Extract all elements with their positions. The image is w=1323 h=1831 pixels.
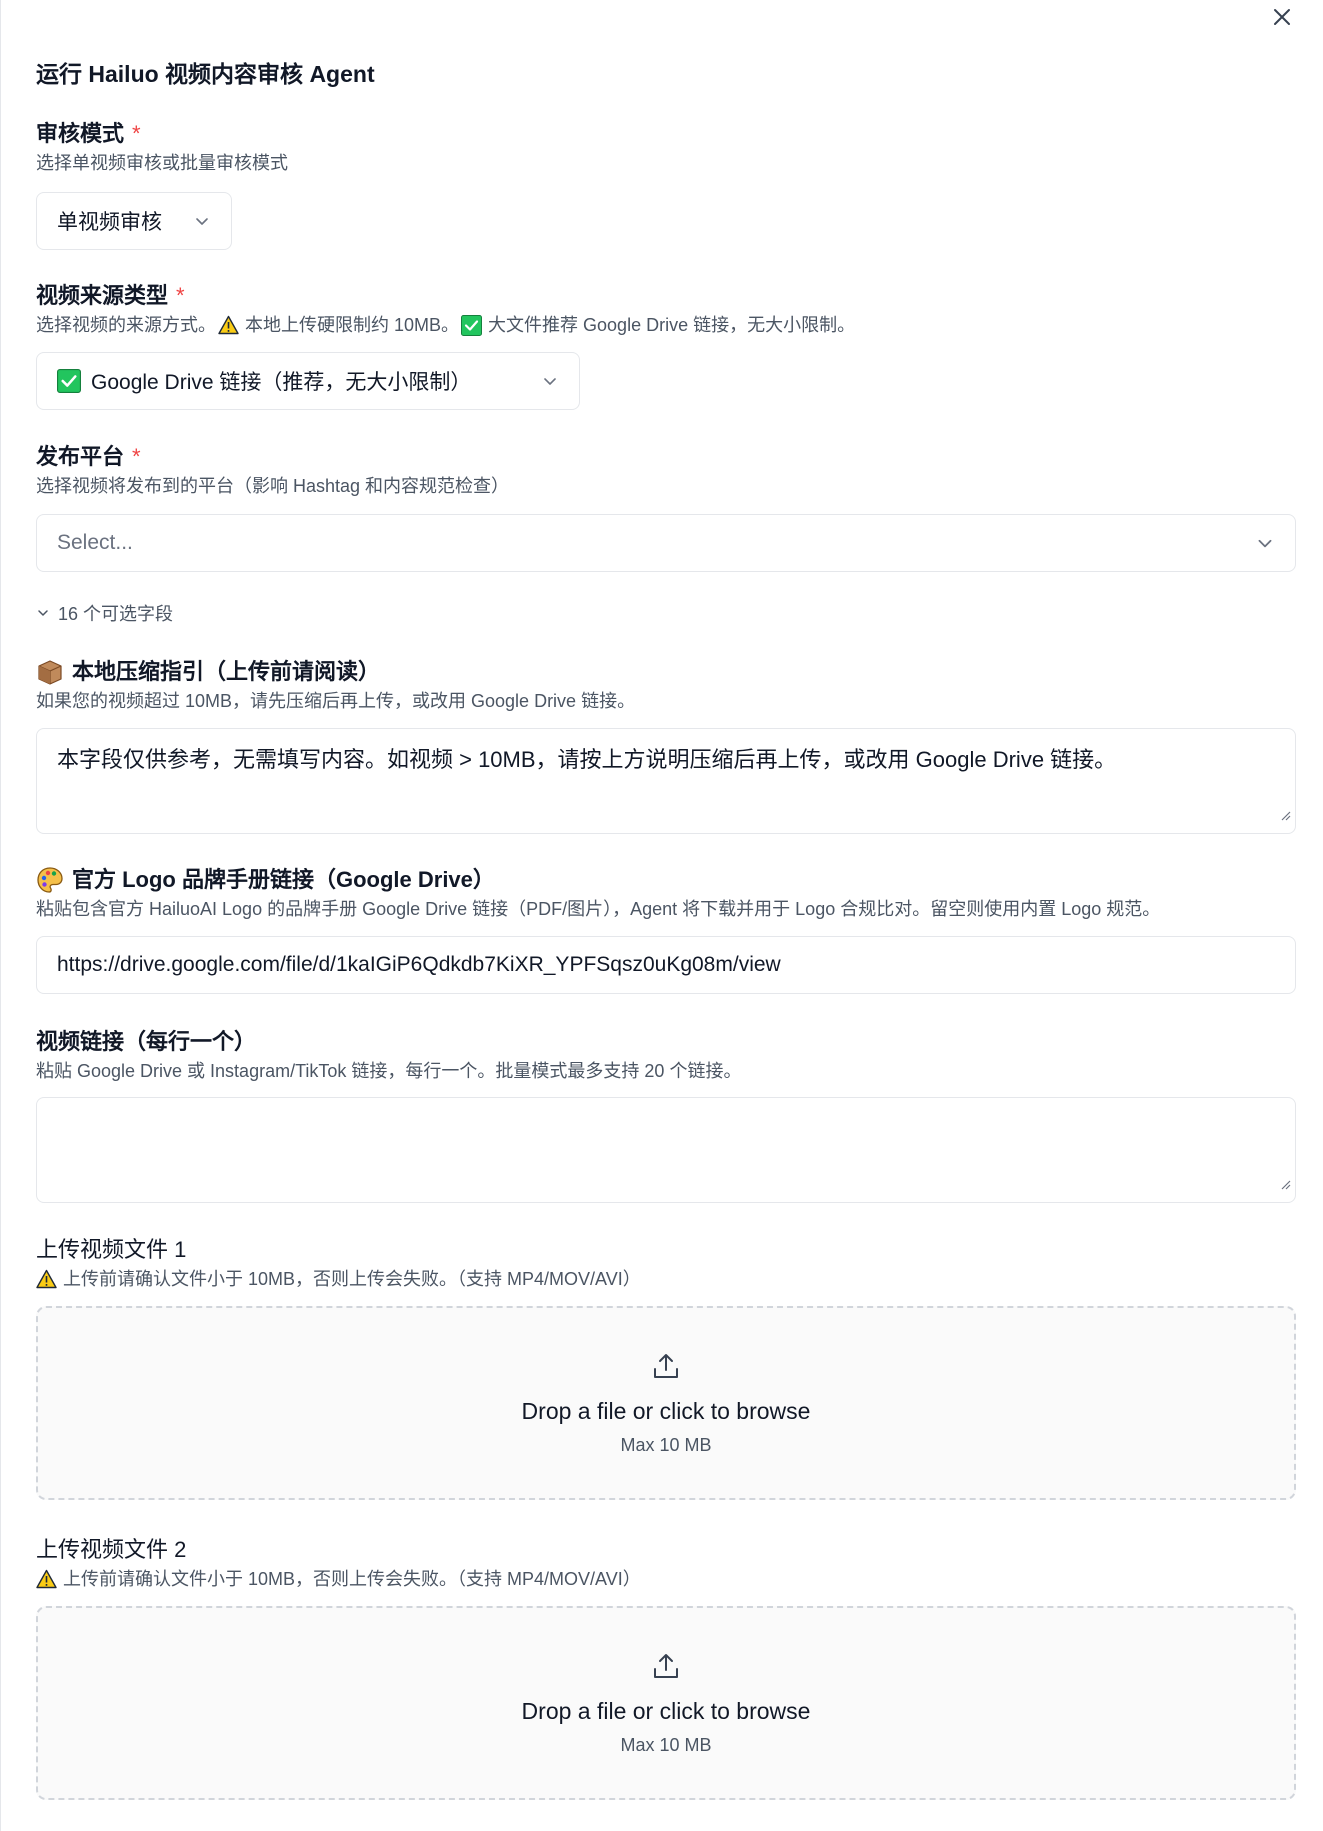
upload2-max-size: Max 10 MB xyxy=(620,1734,712,1755)
upload2-field: 上传视频文件 2 上传前请确认文件小于 10MB，否则上传会失败。（支持 MP4… xyxy=(36,1536,1296,1591)
source-type-select[interactable]: Google Drive 链接（推荐，无大小限制） xyxy=(36,352,580,410)
compress-guide-value: 本字段仅供参考，无需填写内容。如视频 > 10MB，请按上方说明压缩后再上传，或… xyxy=(57,747,1117,772)
required-mark: * xyxy=(176,283,185,308)
upload1-drop-text: Drop a file or click to browse xyxy=(521,1397,811,1424)
compress-guide-label: 本地压缩指引（上传前请阅读） xyxy=(72,659,381,684)
platform-placeholder: Select... xyxy=(57,531,133,554)
upload2-description: 上传前请确认文件小于 10MB，否则上传会失败。（支持 MP4/MOV/AVI） xyxy=(63,1569,641,1589)
chevron-down-icon xyxy=(193,212,211,230)
source-type-field: 视频来源类型 * 选择视频的来源方式。 本地上传硬限制约 10MB。 大文件推荐… xyxy=(36,282,1296,337)
warning-icon xyxy=(218,315,239,336)
video-links-field: 视频链接（每行一个） 粘贴 Google Drive 或 Instagram/T… xyxy=(36,1028,1296,1083)
brand-manual-description: 粘贴包含官方 HailuoAI Logo 的品牌手册 Google Drive … xyxy=(36,899,1161,919)
required-mark: * xyxy=(132,444,141,469)
source-type-label: 视频来源类型 xyxy=(36,283,169,308)
close-icon xyxy=(1274,9,1290,25)
video-links-description: 粘贴 Google Drive 或 Instagram/TikTok 链接，每行… xyxy=(36,1061,742,1081)
brand-manual-value: https://drive.google.com/file/d/1kaIGiP6… xyxy=(57,953,781,976)
upload-icon xyxy=(651,1351,681,1386)
brand-manual-field: 官方 Logo 品牌手册链接（Google Drive） 粘贴包含官方 Hail… xyxy=(36,866,1296,921)
review-mode-select[interactable]: 单视频审核 xyxy=(36,192,232,250)
required-mark: * xyxy=(132,121,141,146)
panel-title: 运行 Hailuo 视频内容审核 Agent xyxy=(36,61,375,87)
source-type-value: Google Drive 链接（推荐，无大小限制） xyxy=(91,371,472,394)
review-mode-label: 审核模式 xyxy=(36,121,125,146)
review-mode-field: 审核模式 * 选择单视频审核或批量审核模式 xyxy=(36,120,1296,175)
brand-manual-input[interactable]: https://drive.google.com/file/d/1kaIGiP6… xyxy=(36,936,1296,994)
source-type-description: 选择视频的来源方式。 xyxy=(36,315,216,335)
compress-guide-textarea[interactable]: 本字段仅供参考，无需填写内容。如视频 > 10MB，请按上方说明压缩后再上传，或… xyxy=(36,728,1296,834)
review-mode-description: 选择单视频审核或批量审核模式 xyxy=(36,153,288,173)
upload1-label: 上传视频文件 1 xyxy=(36,1237,187,1262)
video-links-label: 视频链接（每行一个） xyxy=(36,1029,257,1054)
resize-handle-icon[interactable] xyxy=(1279,1168,1291,1198)
optional-fields-toggle[interactable]: 16 个可选字段 xyxy=(36,600,173,626)
upload1-field: 上传视频文件 1 上传前请确认文件小于 10MB，否则上传会失败。（支持 MP4… xyxy=(36,1236,1296,1291)
run-agent-panel: 运行 Hailuo 视频内容审核 Agent 审核模式 * 选择单视频审核或批量… xyxy=(0,0,1323,1831)
compress-guide-field: 本地压缩指引（上传前请阅读） 如果您的视频超过 10MB，请先压缩后再上传，或改… xyxy=(36,658,1296,713)
package-icon xyxy=(36,658,64,686)
platform-label: 发布平台 xyxy=(36,444,125,469)
upload-icon xyxy=(651,1651,681,1686)
check-box-icon xyxy=(57,369,81,393)
brand-manual-label: 官方 Logo 品牌手册链接（Google Drive） xyxy=(72,867,495,892)
upload1-dropzone[interactable]: Drop a file or click to browse Max 10 MB xyxy=(36,1306,1296,1500)
source-type-limit-note: 本地上传硬限制约 10MB。 xyxy=(245,315,460,335)
platform-field: 发布平台 * 选择视频将发布到的平台（影响 Hashtag 和内容规范检查） xyxy=(36,443,1296,498)
upload2-label: 上传视频文件 2 xyxy=(36,1537,187,1562)
platform-description: 选择视频将发布到的平台（影响 Hashtag 和内容规范检查） xyxy=(36,476,510,496)
review-mode-value: 单视频审核 xyxy=(57,211,162,234)
upload1-max-size: Max 10 MB xyxy=(620,1434,712,1455)
upload2-dropzone[interactable]: Drop a file or click to browse Max 10 MB xyxy=(36,1606,1296,1800)
platform-select[interactable]: Select... xyxy=(36,514,1296,572)
optional-fields-label: 16 个可选字段 xyxy=(58,604,174,624)
resize-handle-icon[interactable] xyxy=(1279,799,1291,829)
chevron-down-icon xyxy=(1255,533,1275,553)
source-type-drive-note: 大文件推荐 Google Drive 链接，无大小限制。 xyxy=(488,315,856,335)
chevron-down-icon xyxy=(541,372,559,390)
warning-icon xyxy=(36,1269,57,1290)
compress-guide-description: 如果您的视频超过 10MB，请先压缩后再上传，或改用 Google Drive … xyxy=(36,691,636,711)
check-box-icon xyxy=(461,314,483,336)
palette-icon xyxy=(36,866,64,894)
upload1-description: 上传前请确认文件小于 10MB，否则上传会失败。（支持 MP4/MOV/AVI） xyxy=(63,1269,641,1289)
upload2-drop-text: Drop a file or click to browse xyxy=(521,1697,811,1724)
warning-icon xyxy=(36,1569,57,1590)
chevron-down-icon xyxy=(36,606,50,620)
close-button[interactable] xyxy=(1267,2,1297,32)
video-links-textarea[interactable] xyxy=(36,1097,1296,1203)
